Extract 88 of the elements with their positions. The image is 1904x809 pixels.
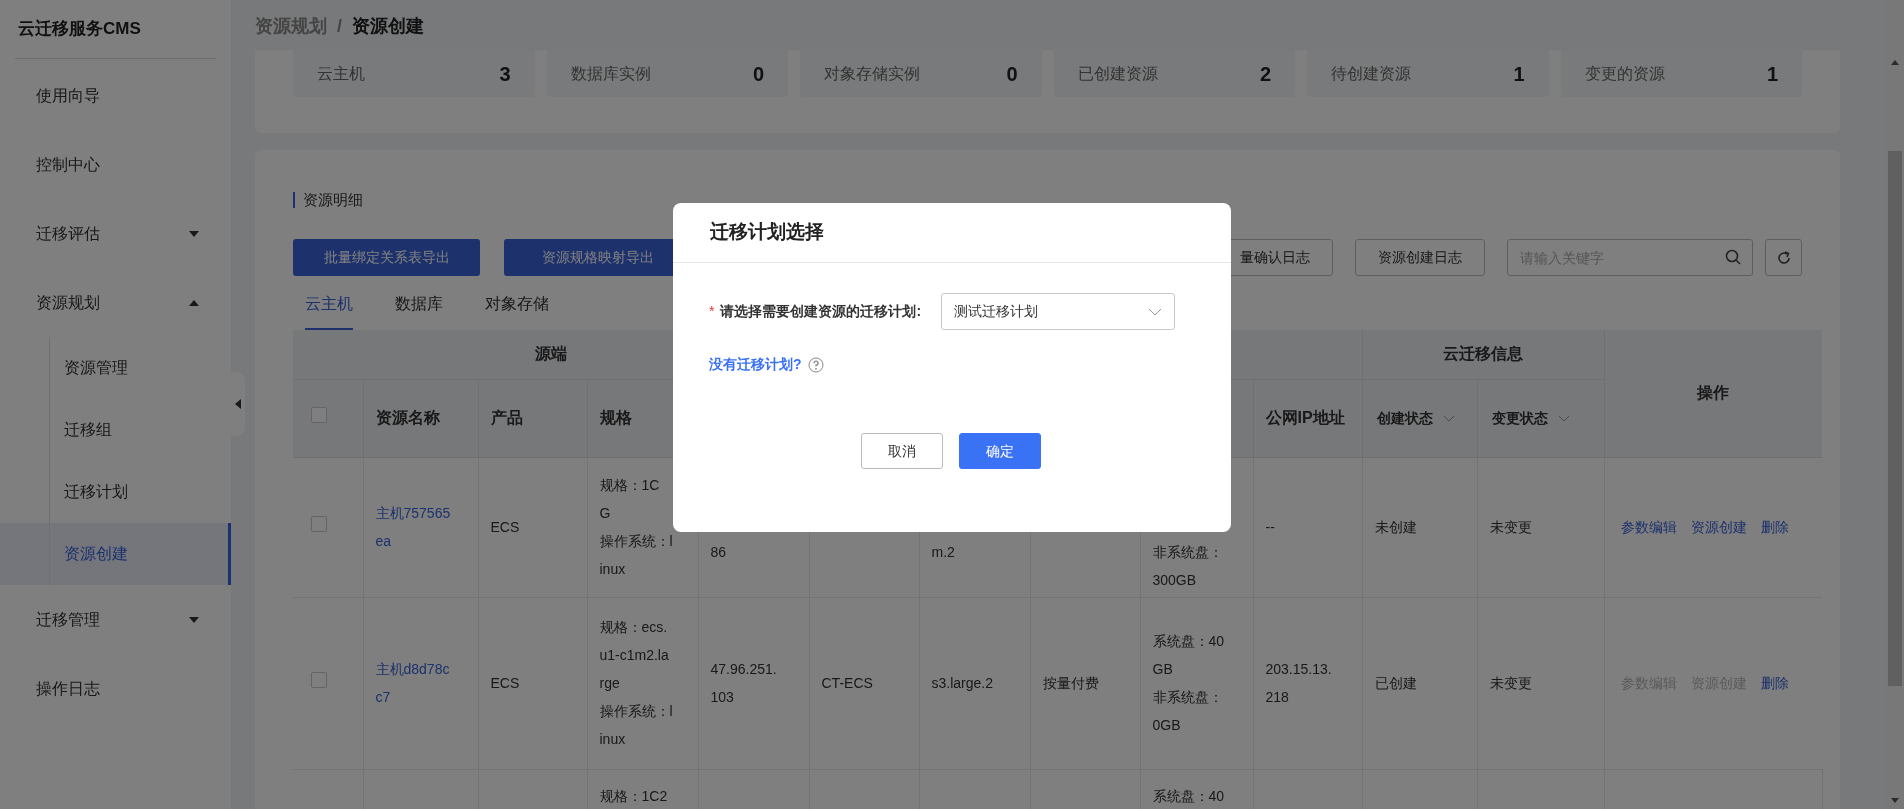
table-cell-text: m.2 <box>931 542 955 562</box>
checkbox[interactable] <box>311 516 327 532</box>
required-mark: * <box>709 302 715 321</box>
table-cell-text: 已创建 <box>1374 674 1417 693</box>
table-cell-text: ECS <box>490 674 520 693</box>
stat-value: 1 <box>1766 61 1778 87</box>
action-link[interactable]: 删除 <box>1760 516 1789 538</box>
breadcrumb-item: / <box>337 14 342 38</box>
search-icon[interactable] <box>1725 249 1741 265</box>
dialog-title: 迁移计划选择 <box>710 220 824 245</box>
table-cell-text: 规格：ecs. u1-c1m2.la rge 操作系统：l inux <box>599 618 673 749</box>
action-link[interactable]: 删除 <box>1760 672 1789 694</box>
submenu-item[interactable]: 迁移组 <box>50 399 231 461</box>
resource-link[interactable]: 主机757565 ea <box>375 499 451 555</box>
app-title: 云迁移服务CMS <box>18 18 141 41</box>
menu-item[interactable]: 使用向导 <box>0 61 231 130</box>
stat-label: 已创建资源 <box>1077 63 1158 84</box>
breadcrumb-item: 资源创建 <box>352 14 424 38</box>
group-header: 云迁移信息 <box>1443 345 1524 363</box>
help-icon[interactable] <box>807 356 824 373</box>
stat-label: 云主机 <box>317 63 365 84</box>
table-cell-text: 未创建 <box>1374 518 1417 537</box>
column-header: 操作 <box>1697 384 1730 402</box>
checkbox[interactable] <box>311 407 327 423</box>
stat-label: 对象存储实例 <box>824 63 920 84</box>
menu-item[interactable]: 迁移管理 <box>0 585 231 654</box>
caret-down-icon <box>189 616 199 623</box>
stat-label: 变更的资源 <box>1584 63 1665 84</box>
stat-value: 0 <box>752 61 764 87</box>
export-button[interactable]: 批量绑定关系表导出 <box>293 239 480 276</box>
refresh-button[interactable] <box>1765 239 1802 276</box>
cancel-button[interactable]: 取消 <box>861 433 943 469</box>
table-cell-text: -- <box>1265 518 1275 537</box>
menu-item[interactable]: 资源规划 <box>0 268 231 337</box>
table-cell-text: s3.large.2 <box>931 674 993 693</box>
chevron-down-icon <box>1148 307 1163 316</box>
plan-select[interactable]: 测试迁移计划 <box>941 293 1176 330</box>
column-filter[interactable]: 变更状态 <box>1491 407 1590 429</box>
table-cell-text: 非系统盘： 300GB <box>1152 542 1223 590</box>
log-button[interactable]: 资源创建日志 <box>1355 239 1485 276</box>
table-cell-text: 系统盘：40 GB 非系统盘： 0GB <box>1152 632 1225 735</box>
refresh-icon <box>1775 249 1792 266</box>
resource-link[interactable]: 主机d8d78c c7 <box>375 655 450 711</box>
chevron-down-icon <box>1557 414 1570 422</box>
table-cell-text: 未变更 <box>1489 674 1532 693</box>
stat-label: 数据库实例 <box>570 63 651 84</box>
table-cell-text: CT-ECS <box>821 674 873 693</box>
collapse-handle[interactable] <box>231 372 245 436</box>
scroll-up-icon[interactable] <box>1891 60 1899 65</box>
tab[interactable]: 数据库 <box>395 280 443 330</box>
column-header: 规格 <box>599 409 632 426</box>
chevron-down-icon <box>1442 414 1455 422</box>
help-link[interactable]: 没有迁移计划? <box>709 354 802 375</box>
submenu-item[interactable]: 迁移计划 <box>50 461 231 523</box>
stat-value: 1 <box>1513 61 1525 87</box>
checkbox[interactable] <box>311 672 327 688</box>
column-header: 公网IP地址 <box>1265 409 1345 426</box>
menu-item[interactable]: 控制中心 <box>0 130 231 199</box>
stat-value: 2 <box>1259 61 1271 87</box>
table-cell-text: 规格：1C2 <box>599 786 668 806</box>
tab[interactable]: 对象存储 <box>485 280 549 330</box>
menu-item[interactable]: 迁移评估 <box>0 199 231 268</box>
table-cell-text: 按量付费 <box>1042 674 1099 693</box>
action-link[interactable]: 参数编辑 <box>1620 516 1677 538</box>
table-cell-text: 86 <box>710 542 727 562</box>
column-filter[interactable]: 创建状态 <box>1376 407 1463 429</box>
caret-left-icon <box>235 399 241 409</box>
scroll-down-icon[interactable] <box>1891 798 1899 803</box>
stat-label: 待创建资源 <box>1331 63 1411 84</box>
table-cell-text: 未变更 <box>1489 518 1532 537</box>
group-header: 源端 <box>534 345 567 363</box>
section-title: 资源明细 <box>303 189 363 210</box>
caret-up-icon <box>189 299 199 306</box>
stat-value: 0 <box>1006 61 1018 87</box>
column-header: 资源名称 <box>375 409 440 426</box>
action-link[interactable]: 资源创建 <box>1690 516 1747 538</box>
table-cell-text: 系统盘：40 <box>1152 786 1225 806</box>
table-cell-text: 47.96.251. 103 <box>710 660 777 707</box>
field-label: 请选择需要创建资源的迁移计划: <box>720 302 922 321</box>
stat-value: 3 <box>499 61 511 87</box>
caret-down-icon <box>189 230 199 237</box>
table-cell-text: 规格：1C G 操作系统：l inux <box>599 476 673 579</box>
confirm-button[interactable]: 确定 <box>959 433 1041 469</box>
menu-item[interactable]: 操作日志 <box>0 654 231 723</box>
table-cell-text: 203.15.13. 218 <box>1265 660 1332 707</box>
table-cell-text: ECS <box>490 518 520 537</box>
submenu-item[interactable]: 资源管理 <box>50 337 231 399</box>
column-header: 产品 <box>490 409 523 426</box>
